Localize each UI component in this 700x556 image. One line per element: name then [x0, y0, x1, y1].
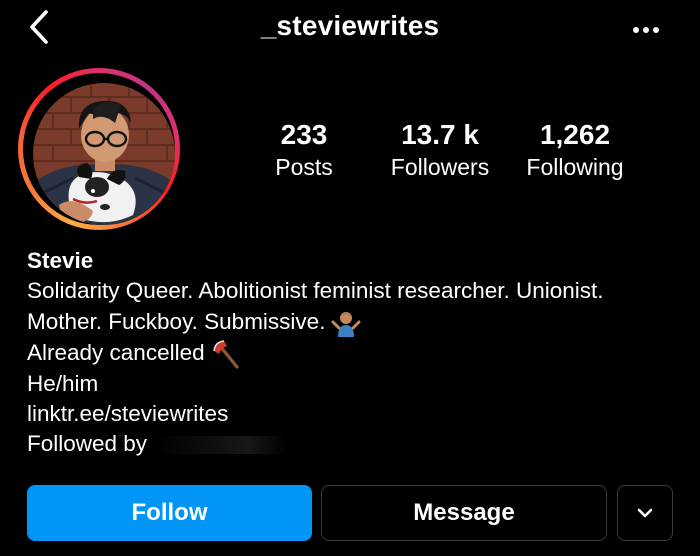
story-ring[interactable]: [18, 68, 180, 230]
followed-by-row[interactable]: Followed by: [27, 429, 604, 459]
follow-button[interactable]: Follow: [27, 485, 312, 541]
message-button-label: Message: [413, 499, 515, 526]
message-button[interactable]: Message: [321, 485, 607, 541]
bio-section: Stevie Solidarity Queer. Abolitionist fe…: [27, 246, 604, 460]
follow-button-label: Follow: [131, 499, 208, 526]
bio-line-2: Mother. Fuckboy. Submissive.: [27, 308, 326, 334]
bio-line-3: Already cancelled: [27, 339, 205, 365]
bio-line-2-row: Mother. Fuckboy. Submissive.: [27, 307, 604, 338]
posts-stat[interactable]: 233 Posts: [254, 118, 354, 182]
following-stat[interactable]: 1,262 Following: [515, 118, 635, 182]
followers-count: 13.7 k: [401, 119, 479, 150]
person-shrugging-emoji: [331, 311, 361, 337]
following-count: 1,262: [539, 119, 611, 150]
posts-label: Posts: [275, 154, 333, 180]
more-options-button[interactable]: [630, 20, 664, 40]
followed-by-redacted: [157, 436, 288, 455]
posts-count: 233: [280, 119, 328, 150]
following-label: Following: [526, 154, 624, 180]
bio-line-4: He/him: [27, 370, 99, 396]
bio-line-1: Solidarity Queer. Abolitionist feminist …: [27, 278, 604, 304]
bio-link[interactable]: linktr.ee/steviewrites: [27, 399, 604, 429]
axe-emoji: [212, 339, 239, 369]
suggested-dropdown-button[interactable]: [617, 485, 673, 541]
followed-by-label: Followed by: [27, 431, 148, 457]
chevron-down-icon: [637, 508, 653, 518]
profile-name: Stevie: [27, 248, 94, 273]
top-bar: _steviewrites: [0, 0, 700, 60]
profile-photo: [33, 83, 175, 225]
bio-line-3-row: Already cancelled: [27, 338, 604, 369]
profile-username: _steviewrites: [260, 10, 440, 41]
avatar[interactable]: [33, 83, 175, 225]
followers-label: Followers: [390, 154, 490, 180]
more-horizontal-icon: [633, 27, 659, 33]
followers-stat[interactable]: 13.7 k Followers: [380, 118, 500, 182]
